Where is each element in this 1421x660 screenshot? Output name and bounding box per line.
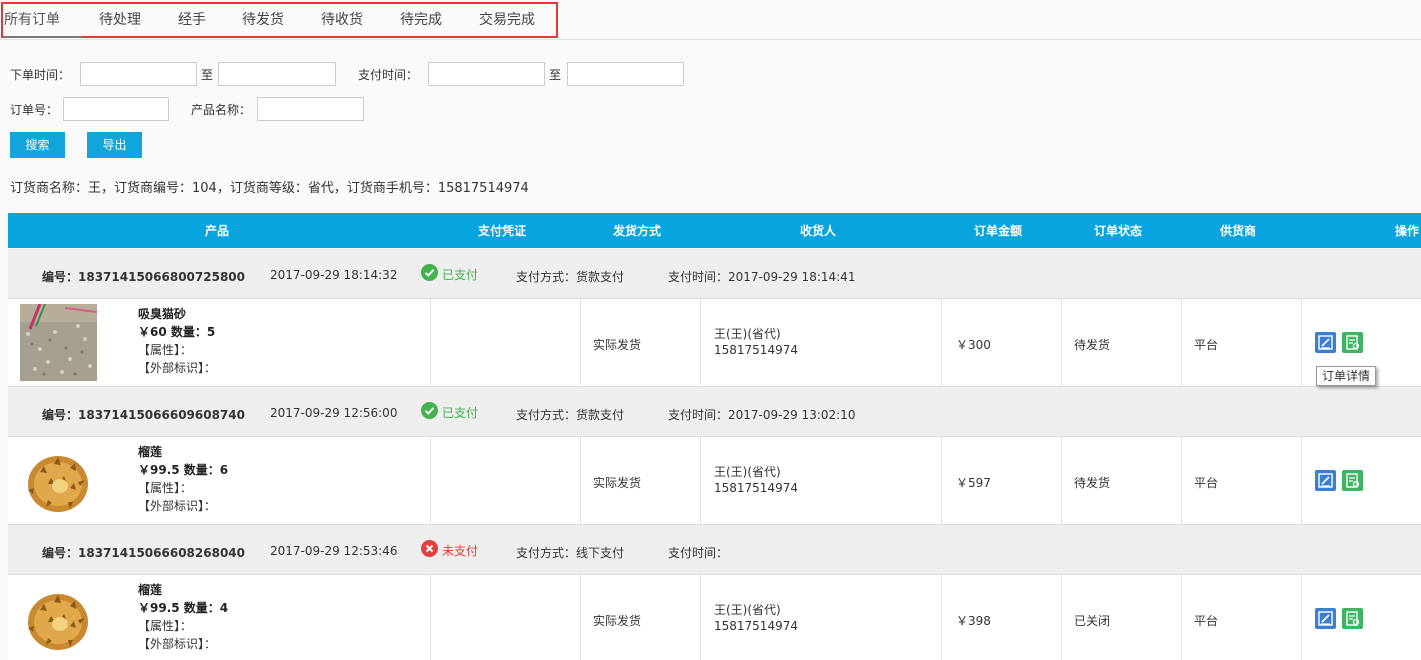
pay-time-to-input[interactable] bbox=[567, 62, 684, 86]
receiver-name: 王(王)(省代) bbox=[714, 603, 781, 617]
product-external-id: 【外部标识】： bbox=[138, 637, 217, 651]
product-attr: 【属性】： bbox=[138, 481, 193, 495]
pay-time-label: 支付时间： bbox=[358, 68, 419, 82]
product-price-qty: ￥99.5 数量：6 bbox=[138, 463, 229, 477]
product-name: 吸臭猫砂 bbox=[138, 307, 187, 321]
pay-time-to-label: 至 bbox=[549, 68, 562, 82]
order-time-to-label: 至 bbox=[201, 68, 214, 82]
product-price-qty: ￥99.5 数量：4 bbox=[138, 601, 229, 615]
order-amount: ￥597 bbox=[956, 476, 991, 490]
ship-method: 实际发货 bbox=[593, 476, 642, 490]
order-number: 编号：18371415066609608740 bbox=[42, 408, 245, 422]
tab-to-ship[interactable]: 待发货 bbox=[242, 9, 284, 29]
pay-time: 支付时间：2017-09-29 18:14:41 bbox=[668, 270, 856, 284]
pay-time-from-input[interactable] bbox=[428, 62, 545, 86]
edit-icon[interactable] bbox=[1315, 608, 1336, 629]
cat-litter-image bbox=[20, 303, 98, 381]
durian-image bbox=[20, 580, 97, 657]
order-no-input[interactable] bbox=[63, 97, 169, 121]
order-time: 2017-09-29 18:14:32 bbox=[270, 268, 398, 282]
product-external-id: 【外部标识】： bbox=[138, 499, 217, 513]
receiver-name: 王(王)(省代) bbox=[714, 465, 781, 479]
edit-icon[interactable] bbox=[1315, 332, 1336, 353]
pay-status: 已支付 bbox=[421, 264, 478, 283]
receiver-name: 王(王)(省代) bbox=[714, 327, 781, 341]
order-detail-tooltip: 订单详情 bbox=[1316, 366, 1377, 386]
order-status: 待发货 bbox=[1074, 476, 1111, 490]
col-receiver: 收货人 bbox=[800, 224, 837, 238]
order-no-label: 订单号： bbox=[10, 103, 59, 117]
product-external-id: 【外部标识】： bbox=[138, 361, 217, 375]
check-circle-icon bbox=[421, 402, 438, 419]
col-supplier: 供货商 bbox=[1220, 224, 1257, 238]
tab-to-receive[interactable]: 待收货 bbox=[321, 9, 363, 29]
receiver-phone: 15817514974 bbox=[714, 481, 798, 495]
supplier: 平台 bbox=[1194, 614, 1219, 628]
order-status: 已关闭 bbox=[1074, 614, 1111, 628]
pay-method: 支付方式：线下支付 bbox=[516, 546, 625, 560]
product-name: 榴莲 bbox=[138, 445, 163, 459]
order-header: 编号：18371415066800725800 2017-09-29 18:14… bbox=[8, 249, 1421, 299]
col-actions: 操作 bbox=[1395, 224, 1420, 238]
pay-time: 支付时间： bbox=[668, 546, 729, 560]
col-product: 产品 bbox=[205, 224, 230, 238]
product-attr: 【属性】： bbox=[138, 343, 193, 357]
col-shipping-method: 发货方式 bbox=[613, 224, 662, 238]
order-detail-icon[interactable] bbox=[1342, 608, 1363, 629]
x-circle-icon bbox=[421, 540, 438, 557]
active-tab-underline bbox=[4, 36, 82, 38]
pay-status: 已支付 bbox=[421, 402, 478, 421]
order-time-from-input[interactable] bbox=[80, 62, 197, 86]
tab-to-complete[interactable]: 待完成 bbox=[400, 9, 442, 29]
pay-status: 未支付 bbox=[421, 540, 478, 559]
receiver-phone: 15817514974 bbox=[714, 619, 798, 633]
order-number: 编号：18371415066608268040 bbox=[42, 546, 245, 560]
search-button[interactable]: 搜索 bbox=[10, 132, 65, 158]
ship-method: 实际发货 bbox=[593, 614, 642, 628]
order-header: 编号：18371415066608268040 2017-09-29 12:53… bbox=[8, 525, 1421, 575]
product-attr: 【属性】： bbox=[138, 619, 193, 633]
tab-all-orders[interactable]: 所有订单 bbox=[4, 9, 60, 29]
order-time-to-input[interactable] bbox=[218, 62, 336, 86]
col-order-amount: 订单金额 bbox=[974, 224, 1023, 238]
tab-pending[interactable]: 待处理 bbox=[99, 9, 141, 29]
product-price-qty: ￥60 数量：5 bbox=[138, 325, 216, 339]
order-row: 榴莲 ￥99.5 数量：4 【属性】： 【外部标识】： 实际发货 王(王)(省代… bbox=[8, 575, 1421, 660]
pay-time: 支付时间：2017-09-29 13:02:10 bbox=[668, 408, 856, 422]
pay-method: 支付方式：货款支付 bbox=[516, 270, 625, 284]
receiver-phone: 15817514974 bbox=[714, 343, 798, 357]
supplier: 平台 bbox=[1194, 476, 1219, 490]
ship-method: 实际发货 bbox=[593, 338, 642, 352]
pay-method: 支付方式：货款支付 bbox=[516, 408, 625, 422]
order-amount: ￥398 bbox=[956, 614, 991, 628]
product-name-input[interactable] bbox=[257, 97, 364, 121]
order-time-label: 下单时间： bbox=[10, 68, 71, 82]
order-time: 2017-09-29 12:53:46 bbox=[270, 544, 398, 558]
col-payment-proof: 支付凭证 bbox=[478, 224, 527, 238]
edit-icon[interactable] bbox=[1315, 470, 1336, 491]
order-row: 吸臭猫砂 ￥60 数量：5 【属性】： 【外部标识】： 实际发货 王(王)(省代… bbox=[8, 299, 1421, 387]
order-time: 2017-09-29 12:56:00 bbox=[270, 406, 398, 420]
order-header: 编号：18371415066609608740 2017-09-29 12:56… bbox=[8, 387, 1421, 437]
supplier: 平台 bbox=[1194, 338, 1219, 352]
check-circle-icon bbox=[421, 264, 438, 281]
orders-table-header: 产品 支付凭证 发货方式 收货人 订单金额 订单状态 供货商 操作 bbox=[8, 213, 1421, 248]
order-row: 榴莲 ￥99.5 数量：6 【属性】： 【外部标识】： 实际发货 王(王)(省代… bbox=[8, 437, 1421, 525]
order-detail-icon[interactable] bbox=[1342, 470, 1363, 491]
tab-completed[interactable]: 交易完成 bbox=[479, 9, 535, 29]
order-status: 待发货 bbox=[1074, 338, 1111, 352]
col-order-status: 订单状态 bbox=[1094, 224, 1143, 238]
order-tabs: 所有订单 待处理 经手 待发货 待收货 待完成 交易完成 bbox=[0, 0, 1421, 40]
tab-handled[interactable]: 经手 bbox=[178, 9, 206, 29]
durian-image bbox=[20, 442, 97, 519]
order-amount: ￥300 bbox=[956, 338, 991, 352]
product-name-label: 产品名称： bbox=[191, 103, 252, 117]
export-button[interactable]: 导出 bbox=[87, 132, 142, 158]
dealer-info: 订货商名称：王，订货商编号：104，订货商等级：省代，订货商手机号：158175… bbox=[10, 181, 529, 196]
product-name: 榴莲 bbox=[138, 583, 163, 597]
order-number: 编号：18371415066800725800 bbox=[42, 270, 245, 284]
order-detail-icon[interactable] bbox=[1342, 332, 1363, 353]
